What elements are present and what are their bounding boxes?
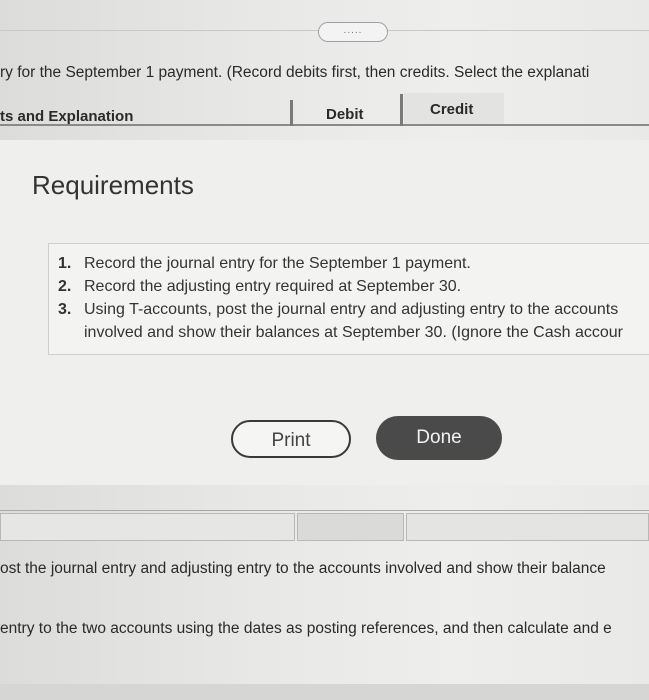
requirement-item: 3. Using T-accounts, post the journal en… xyxy=(58,298,623,344)
requirements-title: Requirements xyxy=(32,170,194,200)
bottom-strip xyxy=(0,684,649,700)
journal-instruction: ry for the September 1 payment. (Record … xyxy=(0,64,590,81)
requirement-item: 2. Record the adjusting entry required a… xyxy=(58,275,623,298)
requirement-text: Record the journal entry for the Septemb… xyxy=(84,255,471,272)
requirement-number: 3. xyxy=(58,301,72,318)
account-input-cell[interactable] xyxy=(0,513,295,541)
requirement-number: 1. xyxy=(58,255,72,272)
journal-table-header: ts and Explanation Debit Credit xyxy=(0,96,649,126)
column-divider xyxy=(400,94,403,126)
t-account-instruction: ost the journal entry and adjusting entr… xyxy=(0,560,606,577)
requirements-list: 1. Record the journal entry for the Sept… xyxy=(58,252,623,344)
header-debit: Debit xyxy=(326,106,364,123)
done-button[interactable]: Done xyxy=(376,416,502,460)
header-accounts-explanation: ts and Explanation xyxy=(0,108,134,125)
requirement-text: Record the adjusting entry required at S… xyxy=(84,278,462,295)
header-credit: Credit xyxy=(430,101,474,118)
requirement-number: 2. xyxy=(58,278,72,295)
column-divider xyxy=(290,100,293,126)
more-options-pill[interactable]: ..... xyxy=(318,22,388,42)
requirement-text: Using T-accounts, post the journal entry… xyxy=(84,301,619,318)
posting-instruction: entry to the two accounts using the date… xyxy=(0,620,612,637)
lower-divider xyxy=(0,510,649,511)
debit-input-cell[interactable] xyxy=(297,513,404,541)
requirement-text-continued: involved and show their balances at Sept… xyxy=(84,324,623,341)
print-button[interactable]: Print xyxy=(231,420,351,458)
credit-input-cell[interactable] xyxy=(406,513,649,541)
requirement-item: 1. Record the journal entry for the Sept… xyxy=(58,252,623,275)
